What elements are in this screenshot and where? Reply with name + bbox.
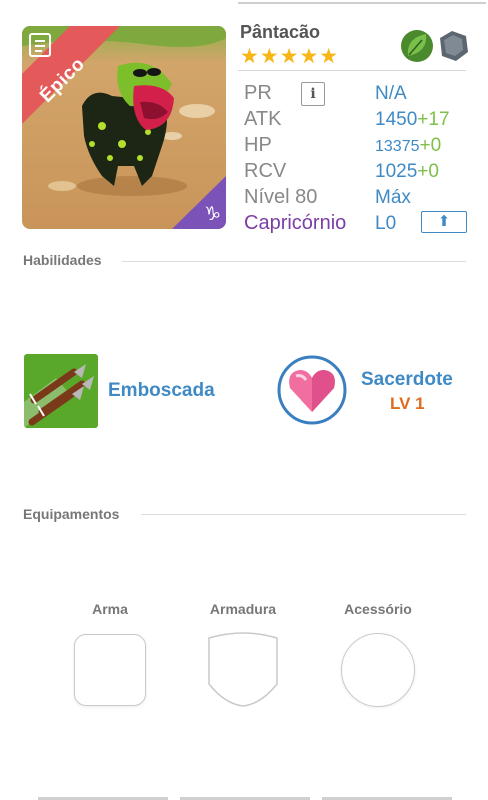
zodiac-label: Capricórnio xyxy=(244,212,347,234)
pr-value: N/A xyxy=(375,83,407,104)
svg-text:♑: ♑ xyxy=(204,203,221,225)
level-value: Máx xyxy=(375,187,411,208)
zodiac-value: L0 xyxy=(375,213,397,234)
rock-element-icon xyxy=(440,31,468,61)
hp-row: 13375+0 xyxy=(375,135,441,157)
accessory-slot[interactable] xyxy=(341,633,415,707)
abilities-divider xyxy=(122,261,466,262)
upgrade-button[interactable]: ⬆ xyxy=(421,211,467,233)
hp-label: HP xyxy=(244,134,272,156)
rcv-value: 1025 xyxy=(375,161,418,182)
weapon-label: Arma xyxy=(92,601,128,617)
arrows-icon xyxy=(24,354,98,428)
equipment-divider xyxy=(141,514,466,515)
accessory-label: Acessório xyxy=(344,601,412,617)
atk-bonus: +17 xyxy=(417,109,450,130)
armor-label: Armadura xyxy=(209,601,277,617)
monster-name: Pântacão xyxy=(240,22,321,42)
name-divider xyxy=(238,70,466,71)
info-icon[interactable]: i xyxy=(301,82,325,106)
hp-value: 13375 xyxy=(375,138,420,155)
monster-portrait[interactable]: ♑ Épico xyxy=(22,26,226,229)
leaf-element-icon xyxy=(401,30,433,62)
armor-slot[interactable] xyxy=(207,632,279,708)
star-rating: ★★★★★ xyxy=(240,45,340,68)
skill-name[interactable]: Emboscada xyxy=(108,380,215,402)
pr-label: PR xyxy=(244,82,272,104)
equipment-title: Equipamentos xyxy=(23,506,120,522)
leader-skill-level: LV 1 xyxy=(390,394,425,413)
arrow-up-icon: ⬆ xyxy=(437,213,451,230)
leader-skill-name[interactable]: Sacerdote xyxy=(361,369,453,391)
atk-row: 1450+17 xyxy=(375,109,450,131)
atk-value: 1450 xyxy=(375,109,418,130)
level-label: Nível 80 xyxy=(244,186,318,208)
rcv-row: 1025+0 xyxy=(375,161,439,183)
leader-skill-icon[interactable] xyxy=(276,354,348,426)
abilities-title: Habilidades xyxy=(23,252,102,268)
element-icons xyxy=(401,30,468,62)
heart-icon xyxy=(277,355,347,425)
rcv-label: RCV xyxy=(244,160,287,182)
rcv-bonus: +0 xyxy=(417,161,439,182)
hp-bonus: +0 xyxy=(419,135,442,156)
monster-artwork: ♑ xyxy=(22,26,226,229)
skill-icon[interactable] xyxy=(24,354,98,428)
atk-label: ATK xyxy=(244,108,282,130)
weapon-slot[interactable] xyxy=(74,634,146,706)
top-divider xyxy=(238,2,486,4)
